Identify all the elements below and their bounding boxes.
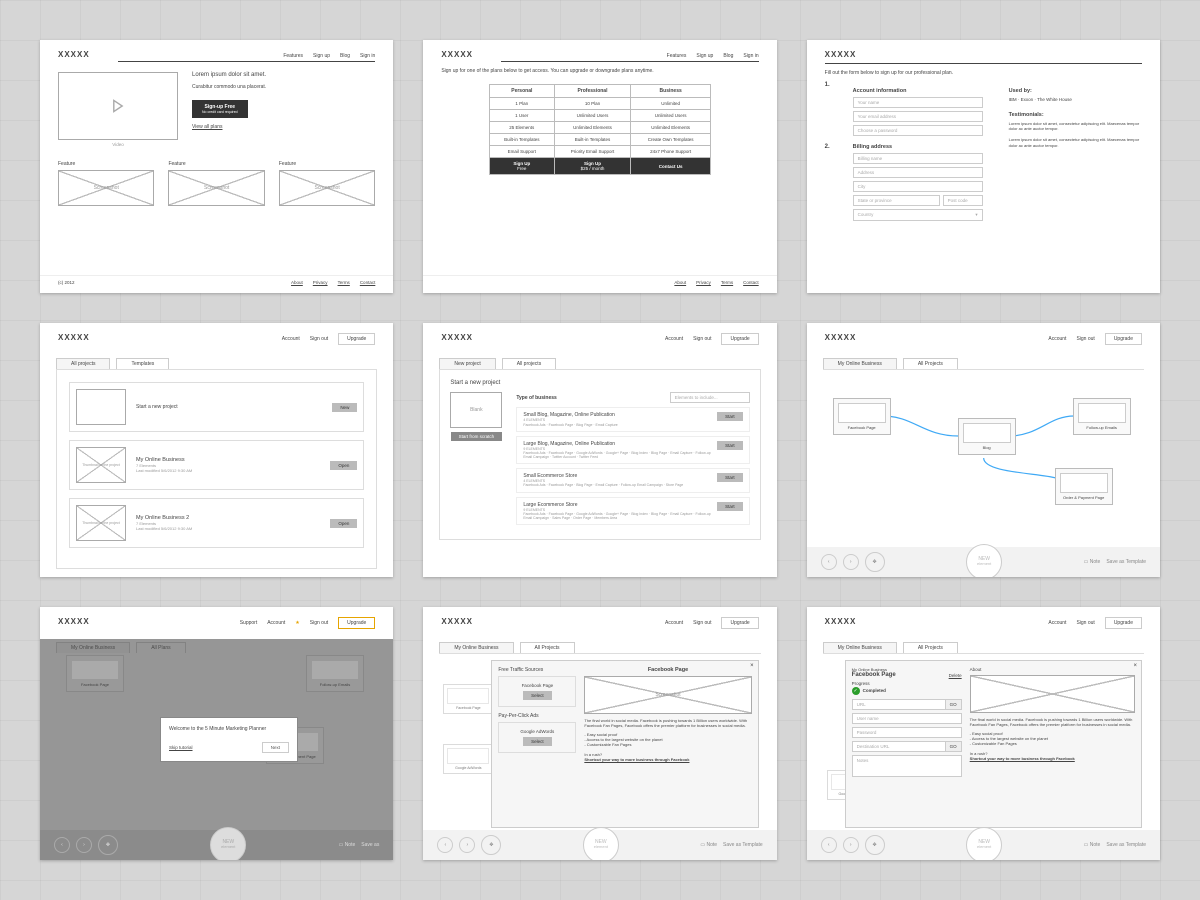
wireframe-landing: XXXXX Features Sign up Blog Sign in Vide… [40, 40, 393, 293]
wireframe-element-picker: XXXXX AccountSign outUpgrade My Online B… [423, 607, 776, 860]
top-nav: Features Sign up Blog Sign in [283, 53, 375, 59]
screenshot-placeholder: Screenshot [58, 170, 154, 206]
headline: Lorem ipsum dolor sit amet. [192, 72, 375, 78]
tab-all-projects[interactable]: All projects [56, 358, 110, 369]
flow-node-order[interactable]: Order & Payment Page [1055, 468, 1113, 505]
logo: XXXXX [58, 50, 90, 59]
business-type-item: Small Blog, Magazine, Online Publication… [516, 407, 749, 431]
flow-node-blog[interactable]: Blog [958, 418, 1016, 455]
save-template-button[interactable]: Save as Template [1106, 559, 1146, 565]
pricing-intro: Sign up for one of the plans below to ge… [441, 68, 758, 74]
undo-button[interactable]: ‹ [821, 554, 837, 570]
next-button[interactable]: Next [262, 742, 289, 753]
destination-input[interactable]: Destination URL [852, 741, 946, 752]
tab-new-project[interactable]: New project [439, 358, 495, 369]
username-input[interactable]: User name [852, 713, 962, 724]
chevron-down-icon: ▾ [975, 212, 977, 218]
plan-biz-cta[interactable]: Contact Us [631, 158, 711, 175]
wireframe-signup-form: XXXXX Fill out the form below to sign up… [807, 40, 1160, 293]
upgrade-button[interactable]: Upgrade [338, 333, 375, 345]
city-input[interactable]: City [853, 181, 983, 192]
shortcut-link[interactable]: Shortcut your way to more business throu… [584, 757, 751, 762]
footer: (c) 2012 About Privacy Terms Contact [40, 275, 393, 289]
project-row[interactable]: Thumbnail of the project My Online Busin… [69, 498, 364, 548]
view-plans-link[interactable]: View all plans [192, 124, 222, 130]
password-input[interactable]: Password [852, 727, 962, 738]
wireframe-pricing: XXXXX Features Sign up Blog Sign in Sign… [423, 40, 776, 293]
note-button[interactable]: ▭ Note [1084, 559, 1101, 565]
address-input[interactable]: Address [853, 167, 983, 178]
new-element-button[interactable]: NEWelement [966, 544, 1002, 577]
billing-name-input[interactable]: Billing name [853, 153, 983, 164]
wireframe-projects: XXXXX Account Sign out Upgrade All proje… [40, 323, 393, 576]
video-label: Video [58, 142, 178, 147]
onboarding-modal: Welcome to the 5 Minute Marketing Planne… [160, 717, 298, 762]
check-icon: ✓ [852, 687, 860, 695]
footer-terms[interactable]: Terms [338, 280, 350, 285]
element-editor-panel: × My Online Business Facebook Page Delet… [845, 660, 1142, 828]
footer-privacy[interactable]: Privacy [313, 280, 328, 285]
screenshot-placeholder: Screenshot [584, 676, 751, 714]
start-from-scratch-button[interactable]: Start from scratch [451, 432, 503, 441]
go-button[interactable]: GO [946, 699, 962, 710]
nav-signin[interactable]: Sign in [360, 53, 375, 59]
notes-textarea[interactable]: Notes [852, 755, 962, 777]
move-button[interactable]: ✥ [865, 552, 885, 572]
redo-button[interactable]: › [843, 554, 859, 570]
flow-node-facebook[interactable]: Facebook Page [833, 398, 891, 435]
signup-free-button[interactable]: Sign-up Free No credit card required [192, 100, 248, 118]
wireframe-flow-canvas: XXXXX AccountSign outUpgrade My Online B… [807, 323, 1160, 576]
email-input[interactable]: Your email address [853, 111, 983, 122]
pricing-table: PersonalProfessionalBusiness 1 Plan10 Pl… [489, 84, 711, 175]
bottom-toolbar: ‹ › ✥ NEWelement ▭ Note Save as Template [807, 547, 1160, 577]
wireframe-new-project: XXXXX AccountSign outUpgrade New project… [423, 323, 776, 576]
close-icon[interactable]: × [1133, 663, 1137, 669]
close-icon[interactable]: × [750, 663, 754, 669]
start-button[interactable]: Start [717, 412, 743, 421]
name-input[interactable]: Your name [853, 97, 983, 108]
page-title: Facebook Page [852, 672, 896, 678]
state-input[interactable]: State or province [853, 195, 940, 206]
nav-features[interactable]: Features [283, 53, 303, 59]
elements-search[interactable]: Elements to include... [670, 392, 750, 403]
project-row[interactable]: Thumbnail of the project My Online Busin… [69, 440, 364, 490]
tab-templates[interactable]: Templates [116, 358, 169, 369]
country-select[interactable]: Country▾ [853, 209, 983, 221]
wireframe-onboarding: XXXXX SupportAccount★Sign outUpgrade My … [40, 607, 393, 860]
subheadline: Curabitur commodo una placerat. [192, 84, 375, 90]
wireframe-element-editor: XXXXX AccountSign outUpgrade My Online B… [807, 607, 1160, 860]
new-project-button[interactable]: New [332, 403, 357, 412]
video-placeholder[interactable] [58, 72, 178, 140]
flow-node-emails[interactable]: Follow-up Emails [1073, 398, 1131, 435]
skip-tutorial-link[interactable]: Skip tutorial [169, 745, 193, 750]
nav-signup[interactable]: Sign up [313, 53, 330, 59]
postcode-input[interactable]: Post code [943, 195, 983, 206]
element-picker-panel: × Free Traffic Sources Facebook Page Sel… [491, 660, 758, 828]
footer-contact[interactable]: Contact [360, 280, 376, 285]
tab-all-projects[interactable]: All projects [502, 358, 556, 369]
delete-link[interactable]: Delete [949, 673, 962, 678]
footer-about[interactable]: About [291, 280, 303, 285]
select-button[interactable]: Select [523, 691, 552, 700]
open-button[interactable]: Open [330, 461, 357, 470]
nav-blog[interactable]: Blog [340, 53, 350, 59]
feature-label: Feature [58, 161, 154, 167]
blank-template[interactable]: Blank [450, 392, 502, 428]
plan-pro-cta[interactable]: Sign Up$25 / month [554, 158, 631, 175]
url-input[interactable]: URL [852, 699, 946, 710]
play-icon [111, 99, 125, 113]
password-input[interactable]: Choose a password [853, 125, 983, 136]
plan-personal-cta[interactable]: Sign UpFree [489, 158, 554, 175]
